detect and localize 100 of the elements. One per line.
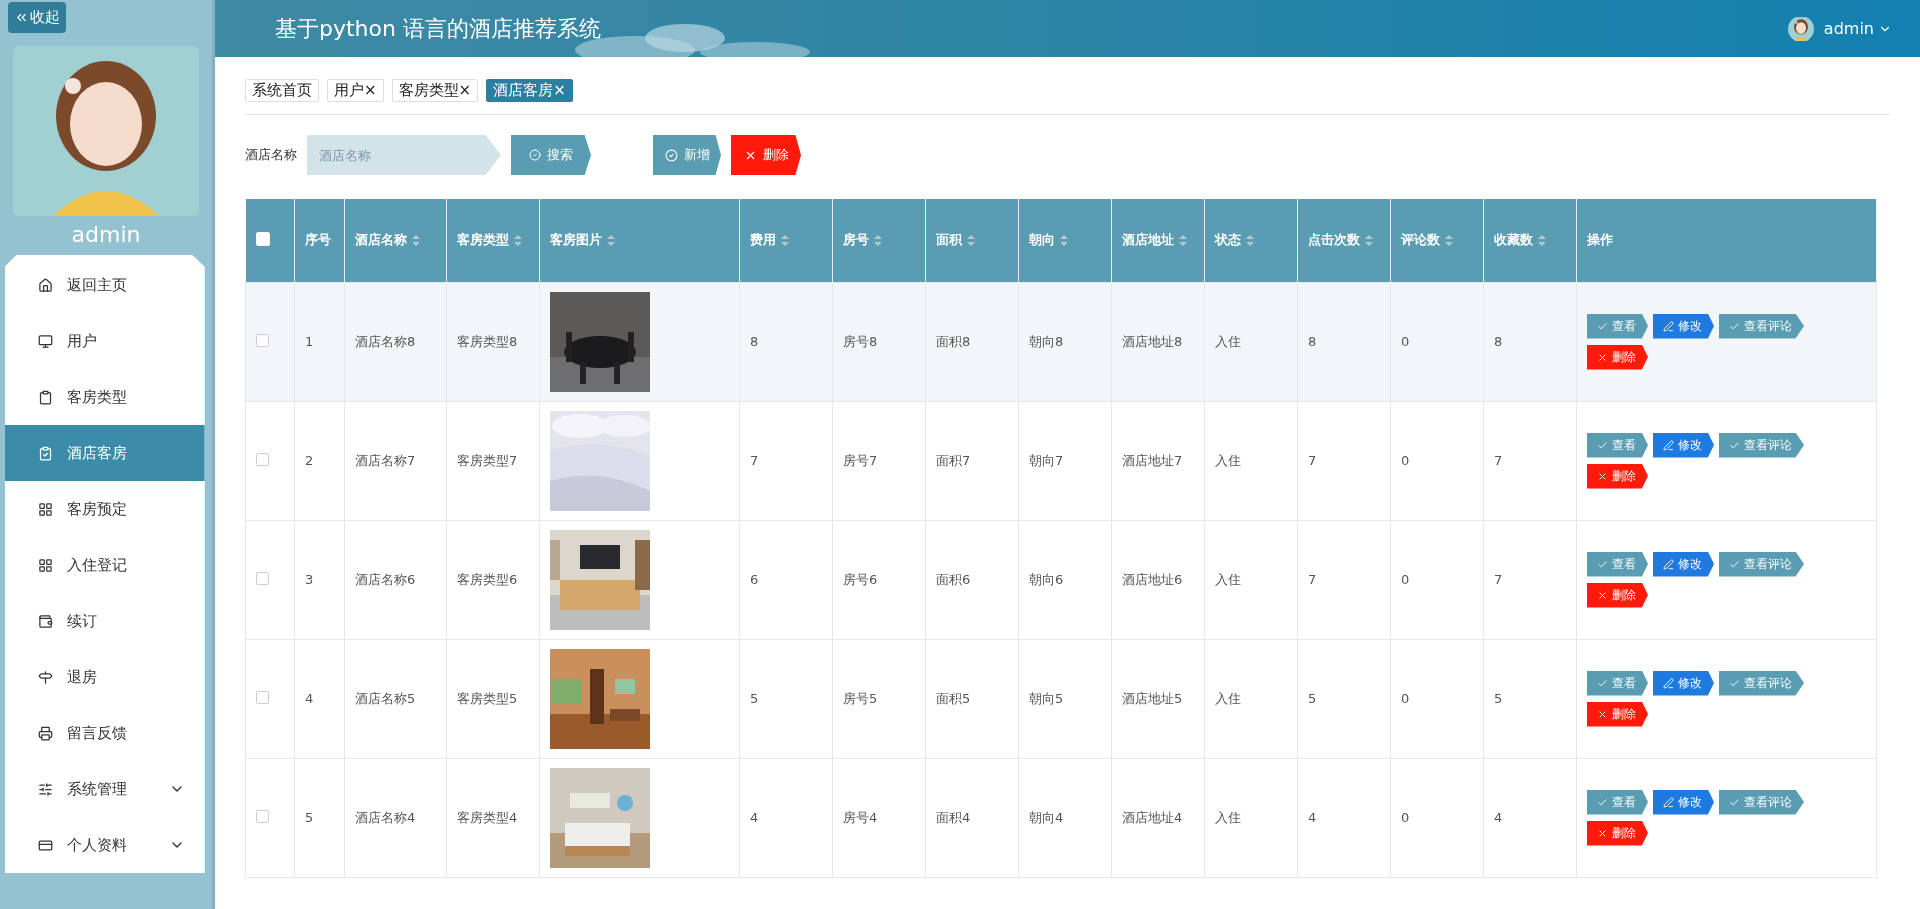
add-button[interactable]: 新增 [653, 135, 721, 175]
table-cell: 客房类型4 [457, 809, 518, 825]
table-cell: 酒店地址8 [1122, 333, 1183, 349]
view-button[interactable]: 查看 [1587, 789, 1648, 815]
table-cell: 4 [305, 691, 314, 706]
table-cell: 房号4 [843, 809, 878, 825]
delete-button[interactable]: 删除 [1587, 582, 1648, 608]
sort-icon[interactable] [1060, 234, 1068, 246]
table-cell: 7 [1308, 453, 1317, 468]
table-header-cell: 费用 [739, 199, 833, 282]
edit-button[interactable]: 修改 [1653, 551, 1714, 577]
edit-button[interactable]: 修改 [1653, 313, 1714, 339]
view-button[interactable]: 查看 [1587, 670, 1648, 696]
check-icon [1597, 320, 1608, 332]
row-checkbox[interactable] [256, 571, 269, 585]
table-cell: 面积7 [936, 452, 971, 468]
table-cell: 7 [1494, 572, 1503, 587]
check-icon [1597, 677, 1608, 689]
table-cell: 5 [750, 691, 759, 706]
select-all-checkbox[interactable] [255, 231, 270, 246]
sort-icon[interactable] [412, 234, 420, 246]
view-comments-button[interactable]: 查看评论 [1719, 432, 1804, 458]
table-cell: 酒店名称4 [355, 809, 416, 825]
table-cell: 酒店名称7 [355, 452, 416, 468]
table-header-cell: 酒店地址 [1111, 199, 1205, 282]
table-cell: 房号6 [843, 571, 878, 587]
pen-icon [1663, 320, 1674, 332]
row-checkbox[interactable] [256, 333, 269, 347]
table-cell: 面积6 [936, 571, 971, 587]
tab[interactable]: 客房类型× [391, 79, 479, 102]
sort-icon[interactable] [1445, 234, 1453, 246]
check-icon [1729, 320, 1740, 332]
view-button[interactable]: 查看 [1587, 313, 1648, 339]
table-cell: 朝向4 [1029, 809, 1064, 825]
delete-button[interactable]: 删除 [1587, 820, 1648, 846]
view-comments-button[interactable]: 查看评论 [1719, 789, 1804, 815]
view-comments-button[interactable]: 查看评论 [1719, 551, 1804, 577]
row-checkbox[interactable] [256, 452, 269, 466]
table-cell: 0 [1401, 334, 1410, 349]
sort-icon[interactable] [1179, 234, 1187, 246]
check-circle-icon [529, 149, 541, 161]
view-button[interactable]: 查看 [1587, 551, 1648, 577]
delete-button[interactable]: 删除 [1587, 701, 1648, 727]
table-cell: 酒店名称6 [355, 571, 416, 587]
table-cell: 朝向5 [1029, 690, 1064, 706]
check-icon [1597, 558, 1608, 570]
avatar [1787, 15, 1814, 42]
table-cell: 4 [750, 810, 759, 825]
row-checkbox[interactable] [256, 809, 269, 823]
table-header-cell: 酒店名称 [344, 199, 447, 282]
sort-icon[interactable] [607, 234, 615, 246]
app-title: 基于python 语言的酒店推荐系统 [275, 14, 601, 43]
collapse-button[interactable]: 收起 [8, 2, 66, 33]
sort-icon[interactable] [1365, 234, 1373, 246]
user-name: admin [71, 222, 141, 247]
delete-button[interactable]: 删除 [1587, 344, 1648, 370]
sort-icon[interactable] [874, 234, 882, 246]
table-cell: 客房类型7 [457, 452, 518, 468]
sort-icon[interactable] [967, 234, 975, 246]
table-cell: 3 [305, 572, 314, 587]
sliders-icon [37, 781, 53, 797]
table-cell: 客房类型5 [457, 690, 518, 706]
tab[interactable]: 用户× [327, 79, 384, 102]
table-cell: 0 [1401, 810, 1410, 825]
sidebar-item[interactable]: 返回主页 [4, 257, 205, 313]
check-icon [1597, 796, 1608, 808]
view-comments-button[interactable]: 查看评论 [1719, 313, 1804, 339]
check-icon [1729, 796, 1740, 808]
sort-icon[interactable] [1538, 234, 1546, 246]
table-cell: 8 [1308, 334, 1317, 349]
search-button[interactable]: 搜索 [511, 135, 591, 175]
view-button[interactable]: 查看 [1587, 432, 1648, 458]
tab[interactable]: 系统首页 [245, 79, 319, 102]
table-header-cell: 操作 [1576, 199, 1877, 282]
table-cell: 酒店名称8 [355, 333, 416, 349]
close-icon [1597, 708, 1608, 720]
delete-button[interactable]: 删除 [731, 135, 801, 175]
table-cell: 7 [750, 453, 759, 468]
edit-button[interactable]: 修改 [1653, 432, 1714, 458]
delete-button[interactable]: 删除 [1587, 463, 1648, 489]
sidebar-item[interactable]: 酒店客房 [4, 425, 205, 481]
sort-icon[interactable] [514, 234, 522, 246]
edit-button[interactable]: 修改 [1653, 670, 1714, 696]
close-icon [1597, 589, 1608, 601]
table-cell: 入住 [1215, 571, 1241, 587]
edit-button[interactable]: 修改 [1653, 789, 1714, 815]
view-comments-button[interactable]: 查看评论 [1719, 670, 1804, 696]
table-cell: 0 [1401, 691, 1410, 706]
sort-icon[interactable] [781, 234, 789, 246]
user-menu[interactable]: admin [1823, 19, 1892, 38]
table-cell: 面积5 [936, 690, 971, 706]
table-cell: 房号5 [843, 690, 878, 706]
sort-icon[interactable] [1246, 234, 1254, 246]
tab[interactable]: 酒店客房× [486, 79, 573, 102]
table-header-cell: 朝向 [1018, 199, 1112, 282]
printer-icon [37, 725, 53, 741]
table-cell: 0 [1401, 453, 1410, 468]
search-field[interactable]: 酒店名称 [307, 135, 501, 175]
row-checkbox[interactable] [256, 690, 269, 704]
house-icon [37, 277, 53, 293]
